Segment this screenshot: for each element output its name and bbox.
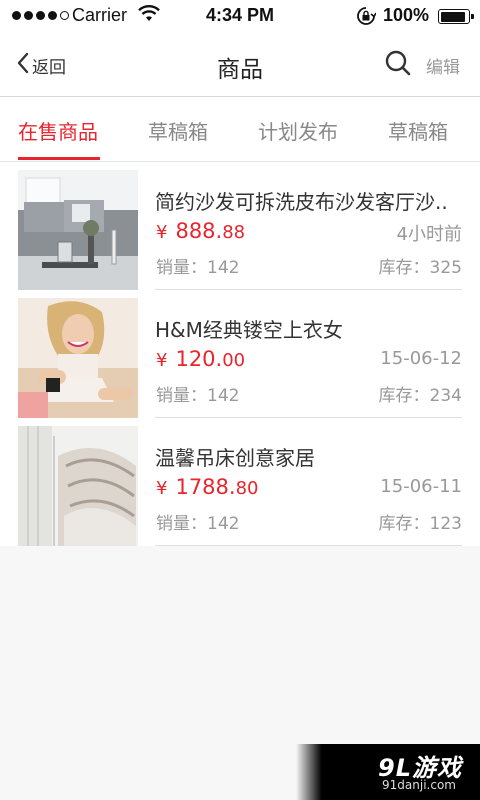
product-stock: 库存：234 [378,386,462,406]
product-stock: 库存：325 [378,258,462,278]
product-image-hammock [18,426,138,546]
product-sales: 销量：142 [156,386,240,406]
back-button[interactable]: 返回 [16,52,66,79]
product-image-blouse [18,298,138,418]
tab-on-sale[interactable]: 在售商品 [18,116,98,145]
product-price: ¥120.00 [156,347,245,371]
product-title: 简约沙发可拆洗皮布沙发客厅沙.. [155,190,448,214]
search-button[interactable] [384,49,412,81]
tab-drafts-2[interactable]: 草稿箱 [388,116,448,145]
back-label: 返回 [32,58,66,78]
rotation-lock-icon [356,6,377,31]
carrier-label: Carrier [72,5,128,25]
price-cents: 00 [222,350,246,371]
product-sales: 销量：142 [156,514,240,534]
price-main: 120. [175,347,223,371]
product-time: 15-06-11 [380,476,462,497]
watermark: 9L游戏 91danji.com [296,744,480,800]
product-price: ¥888.88 [156,219,245,243]
product-time: 15-06-12 [380,348,462,369]
product-item[interactable]: 简约沙发可拆洗皮布沙发客厅沙.. ¥888.88 4小时前 销量：142 库存：… [0,162,480,290]
tab-bar: 在售商品 草稿箱 计划发布 草稿箱 [0,97,480,162]
price-main: 1788. [175,475,236,499]
product-item[interactable]: 温馨吊床创意家居 ¥1788.80 15-06-11 销量：142 库存：123 [0,418,480,546]
product-sales: 销量：142 [156,258,240,278]
active-tab-indicator [18,157,100,160]
status-bar: Carrier 4:34 PM 100% [0,0,480,32]
product-price: ¥1788.80 [156,475,258,499]
price-main: 888. [175,219,223,243]
back-chevron-icon [16,52,30,79]
product-item[interactable]: H&M经典镂空上衣女 ¥120.00 15-06-12 销量：142 库存：23… [0,290,480,418]
tab-drafts[interactable]: 草稿箱 [148,116,208,145]
product-title: H&M经典镂空上衣女 [155,318,343,342]
nav-bar: 返回 商品 编辑 [0,32,480,97]
product-time: 4小时前 [396,224,462,245]
product-title: 温馨吊床创意家居 [155,446,315,470]
search-icon [384,50,412,81]
product-list: 简约沙发可拆洗皮布沙发客厅沙.. ¥888.88 4小时前 销量：142 库存：… [0,162,480,546]
watermark-url: 91danji.com [382,778,456,792]
battery-icon [438,9,474,24]
edit-button[interactable]: 编辑 [426,53,460,78]
product-image-sofa [18,170,138,290]
signal-dots-icon [12,11,69,20]
currency-symbol: ¥ [156,478,168,499]
price-cents: 80 [235,478,259,499]
product-stock: 库存：123 [378,514,462,534]
price-cents: 88 [222,222,246,243]
wifi-icon [138,5,160,28]
divider [155,545,462,546]
currency-symbol: ¥ [156,222,168,243]
currency-symbol: ¥ [156,350,168,371]
battery-percent: 100% [383,5,430,25]
tab-scheduled[interactable]: 计划发布 [258,116,338,145]
